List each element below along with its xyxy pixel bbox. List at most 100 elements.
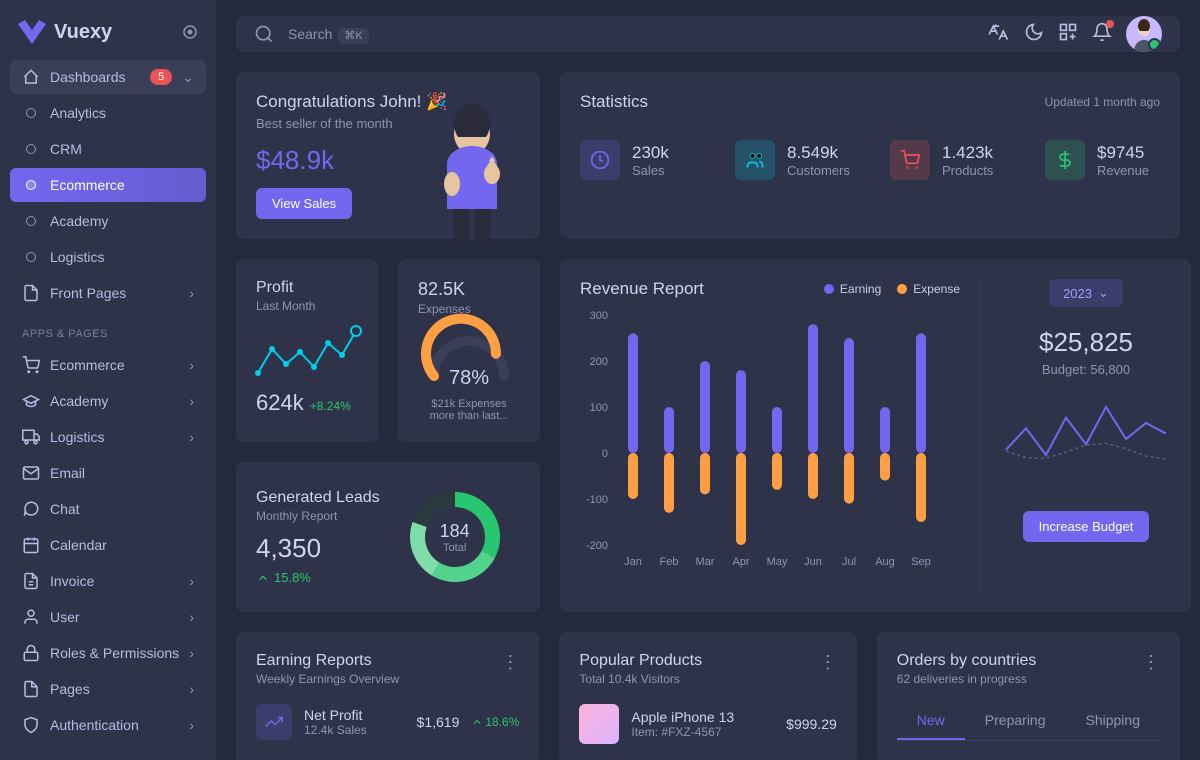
logo-row: Vuexy <box>10 12 206 60</box>
svg-text:Apr: Apr <box>732 556 749 568</box>
nav-academy[interactable]: Academy <box>10 204 206 238</box>
stats-updated: Updated 1 month ago <box>1045 95 1160 109</box>
nav-section-apps: APPS & PAGES <box>10 312 206 348</box>
user-icon <box>22 608 40 626</box>
nav-dashboards[interactable]: Dashboards 5 ⌄ <box>10 60 206 94</box>
gen-title: Generated Leads <box>256 489 380 507</box>
expense-card: 82.5K Expenses 78% $21k Expenses more th… <box>398 259 540 442</box>
calendar-icon <box>22 536 40 554</box>
nav-app-chat[interactable]: Chat <box>10 492 206 526</box>
tab-new[interactable]: New <box>897 702 965 740</box>
chevron-up-icon <box>471 716 483 728</box>
nav-front-pages[interactable]: Front Pages › <box>10 276 206 310</box>
topbar: Search⌘K <box>236 16 1180 52</box>
nav-app-ecommerce[interactable]: Ecommerce› <box>10 348 206 382</box>
congrats-card: Congratulations John! 🎉 Best seller of t… <box>236 72 540 239</box>
truck-icon <box>22 428 40 446</box>
nav-app-auth[interactable]: Authentication› <box>10 708 206 742</box>
radio-dot-icon[interactable] <box>182 24 198 40</box>
cart-icon <box>22 356 40 374</box>
earning-row: Net Profit 12.4k Sales $1,619 18.6% <box>256 704 519 740</box>
svg-text:Feb: Feb <box>660 556 679 568</box>
search-icon[interactable] <box>254 24 274 44</box>
svg-text:Mar: Mar <box>696 556 715 568</box>
svg-text:100: 100 <box>590 402 608 414</box>
language-icon[interactable] <box>990 22 1010 47</box>
menu-dots-icon[interactable]: ⋮ <box>819 652 837 673</box>
expense-note: $21k Expenses more than last... <box>418 398 520 422</box>
nav-app-pages[interactable]: Pages› <box>10 672 206 706</box>
nav-app-academy[interactable]: Academy› <box>10 384 206 418</box>
profit-sparkline <box>256 325 358 385</box>
nav-badge: 5 <box>150 69 172 85</box>
bell-icon[interactable] <box>1092 22 1112 47</box>
trend-icon <box>256 704 292 740</box>
chevron-down-icon: ⌄ <box>1098 285 1109 301</box>
revenue-total: $25,825 <box>1039 327 1133 358</box>
profit-title: Profit <box>256 279 358 297</box>
revenue-card: Revenue Report Earning Expense -200-1000… <box>560 259 1191 612</box>
mail-icon <box>22 464 40 482</box>
stat-revenue: $9745Revenue <box>1045 140 1160 180</box>
nav-crm[interactable]: CRM <box>10 132 206 166</box>
nav-ecommerce[interactable]: Ecommerce <box>10 168 206 202</box>
menu-dots-icon[interactable]: ⋮ <box>501 652 519 673</box>
nav-label: Dashboards <box>50 69 140 85</box>
svg-text:0: 0 <box>602 448 608 460</box>
stat-products: 1.423kProducts <box>890 140 1005 180</box>
nav-app-email[interactable]: Email <box>10 456 206 490</box>
profit-card: Profit Last Month 624k+8.24% <box>236 259 378 442</box>
nav-app-logistics[interactable]: Logistics› <box>10 420 206 454</box>
stat-customers: 8.549kCustomers <box>735 140 850 180</box>
nav-logistics[interactable]: Logistics <box>10 240 206 274</box>
menu-dots-icon[interactable]: ⋮ <box>1142 652 1160 673</box>
year-dropdown[interactable]: 2023⌄ <box>1049 279 1123 307</box>
budget-sparkline <box>1006 401 1166 481</box>
svg-text:200: 200 <box>590 356 608 368</box>
legend-earning: Earning <box>824 282 881 296</box>
theme-icon[interactable] <box>1024 22 1044 47</box>
profit-value: 624k <box>256 390 304 415</box>
stat-sales: 230kSales <box>580 140 695 180</box>
chevron-down-icon: ⌄ <box>182 69 194 86</box>
tab-shipping[interactable]: Shipping <box>1066 702 1161 740</box>
apps-icon[interactable] <box>1058 22 1078 47</box>
svg-text:-100: -100 <box>586 494 608 506</box>
revenue-budget: Budget: 56,800 <box>1042 362 1130 377</box>
svg-text:May: May <box>767 556 788 568</box>
product-thumb <box>579 704 619 744</box>
svg-text:Jan: Jan <box>624 556 642 568</box>
brand-name: Vuexy <box>54 21 112 44</box>
chat-icon <box>22 500 40 518</box>
orders-sub: 62 deliveries in progress <box>897 672 1037 686</box>
search-input[interactable]: Search⌘K <box>288 26 976 42</box>
pop-title: Popular Products <box>579 652 702 670</box>
svg-text:-200: -200 <box>586 540 608 552</box>
nav-app-roles[interactable]: Roles & Permissions› <box>10 636 206 670</box>
tab-preparing[interactable]: Preparing <box>965 702 1066 740</box>
nav-app-invoice[interactable]: Invoice› <box>10 564 206 598</box>
gen-sub: Monthly Report <box>256 509 380 523</box>
orders-card: Orders by countries 62 deliveries in pro… <box>877 632 1180 760</box>
logo-icon <box>18 20 46 44</box>
view-sales-button[interactable]: View Sales <box>256 188 352 219</box>
nav-analytics[interactable]: Analytics <box>10 96 206 130</box>
gen-donut: 184Total <box>400 482 510 592</box>
main: Search⌘K Congratulations John! 🎉 Best se… <box>216 0 1200 760</box>
chevron-up-icon <box>256 571 270 585</box>
legend-expense: Expense <box>897 282 960 296</box>
stats-title: Statistics <box>580 92 648 112</box>
pop-sub: Total 10.4k Visitors <box>579 672 702 686</box>
popular-products-card: Popular Products Total 10.4k Visitors ⋮ … <box>559 632 856 760</box>
svg-text:Aug: Aug <box>875 556 895 568</box>
shield-icon <box>22 716 40 734</box>
nav-app-calendar[interactable]: Calendar <box>10 528 206 562</box>
earning-title: Earning Reports <box>256 652 399 670</box>
profit-delta: +8.24% <box>310 399 351 413</box>
avatar[interactable] <box>1126 16 1162 52</box>
svg-text:Sep: Sep <box>911 556 931 568</box>
product-row: Apple iPhone 13 Item: #FXZ-4567 $999.29 <box>579 704 836 744</box>
increase-budget-button[interactable]: Increase Budget <box>1023 511 1150 542</box>
nav-app-user[interactable]: User› <box>10 600 206 634</box>
expense-sub: Expenses <box>418 302 520 316</box>
